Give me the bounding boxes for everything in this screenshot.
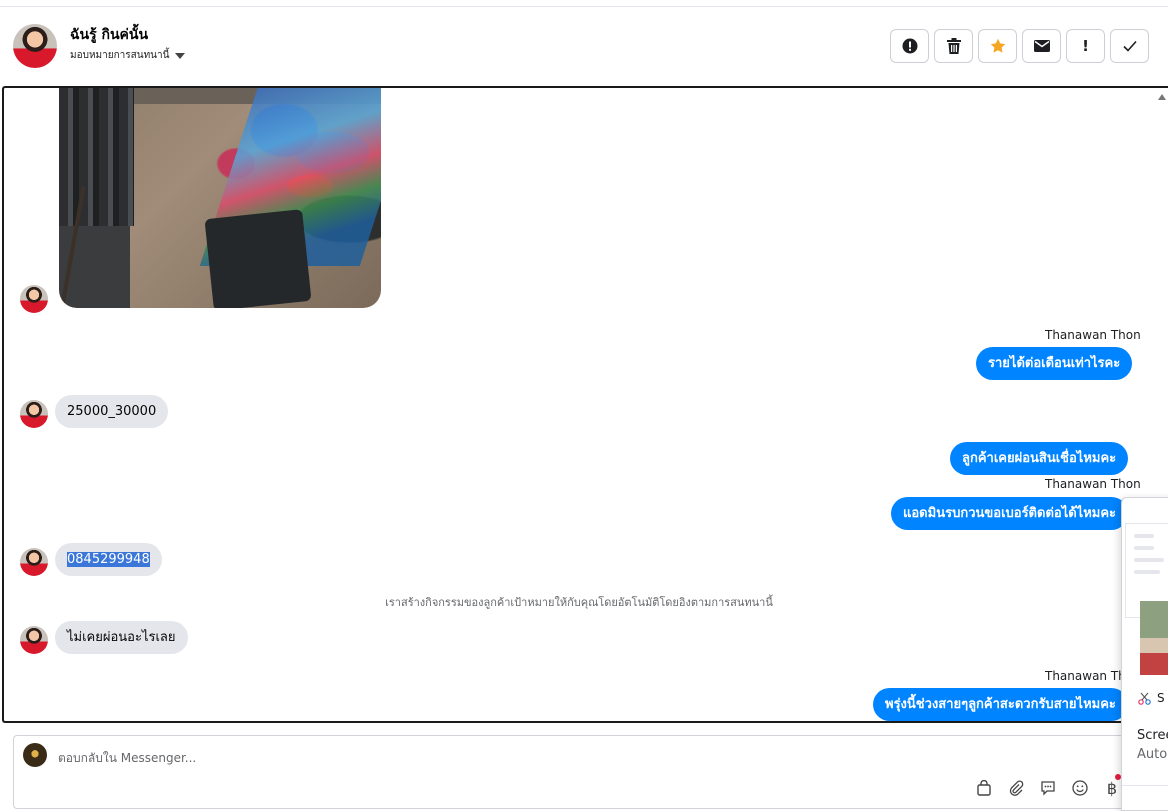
snipping-tool-icon <box>1138 692 1151 705</box>
popup-title: Scree <box>1137 728 1168 743</box>
smiley-icon <box>1072 780 1088 796</box>
screenshot-image-thumbnail <box>1140 601 1168 675</box>
emoji-button[interactable] <box>1070 778 1090 798</box>
outgoing-message[interactable]: รายได้ต่อเดือนเท่าไรคะ <box>976 347 1133 380</box>
snipping-tool-row[interactable]: S <box>1138 691 1165 705</box>
selected-phone-number[interactable]: 0845299948 <box>67 552 150 567</box>
incoming-message[interactable]: ไม่เคยผ่อนอะไรเลย <box>55 621 188 654</box>
payment-button[interactable]: ฿ <box>1102 778 1122 798</box>
sender-avatar[interactable] <box>20 400 48 428</box>
caret-down-icon <box>175 52 186 59</box>
sender-name: Thanawan Thon <box>1045 477 1141 491</box>
sender-name: Thanawan Thon <box>1045 328 1141 342</box>
sender-avatar[interactable] <box>20 285 48 313</box>
incoming-message[interactable]: 25000_30000 <box>55 395 169 428</box>
reply-composer[interactable]: ตอบกลับใน Messenger... ฿ <box>13 735 1153 809</box>
mark-done-button[interactable] <box>1110 29 1149 63</box>
sender-avatar[interactable] <box>20 626 48 654</box>
snipping-tool-label: S <box>1157 691 1165 705</box>
delete-button[interactable] <box>934 29 973 63</box>
chat-bubble-icon <box>1041 781 1055 796</box>
outgoing-message[interactable]: แอดมินรบกวนขอเบอร์ติดต่อได้ไหมคะ <box>891 497 1129 530</box>
shopping-bag-icon <box>977 780 991 796</box>
contact-avatar[interactable] <box>13 24 57 68</box>
mark-unread-button[interactable] <box>1022 29 1061 63</box>
incoming-message[interactable]: 0845299948 <box>55 543 162 576</box>
system-activity-note: เราสร้างกิจกรรมของลูกค้าเป้าหมายให้กับคุ… <box>385 596 773 609</box>
shopping-bag-button[interactable] <box>974 778 994 798</box>
attach-file-button[interactable] <box>1006 778 1026 798</box>
follow-up-button[interactable]: ! <box>1066 29 1105 63</box>
paperclip-icon <box>1009 780 1024 796</box>
reply-input[interactable]: ตอบกลับใน Messenger... <box>58 749 196 768</box>
mark-spam-button[interactable] <box>890 29 929 63</box>
baht-icon: ฿ <box>1106 778 1118 798</box>
screenshot-preview-popup[interactable]: S Scree Auto <box>1121 497 1168 811</box>
assign-conversation-dropdown[interactable]: มอบหมายการสนทนานี้ <box>70 48 186 63</box>
conversation-header: ฉันรู้ กินค่นั้น มอบหมายการสนทนานี้ ! <box>0 7 1168 86</box>
checkmark-icon <box>1122 40 1137 52</box>
star-icon <box>990 38 1005 53</box>
outgoing-message[interactable]: พรุ่งนี้ช่วงสายๆลูกค้าสะดวกรับสายไหมคะ <box>873 688 1128 721</box>
conversation-toolbar: ! <box>890 29 1149 63</box>
alert-circle-icon <box>902 38 917 54</box>
scroll-up-arrow-icon[interactable] <box>1158 94 1166 100</box>
contact-name[interactable]: ฉันรู้ กินค่นั้น <box>70 24 148 46</box>
outgoing-message[interactable]: ลูกค้าเคยผ่อนสินเชื่อไหมคะ <box>950 442 1129 475</box>
message-thread[interactable]: Thanawan Thon รายได้ต่อเดือนเท่าไรคะ 250… <box>2 86 1168 723</box>
composer-tools: ฿ <box>974 778 1122 798</box>
messenger-conversation: ฉันรู้ กินค่นั้น มอบหมายการสนทนานี้ ! Th… <box>0 0 1168 811</box>
envelope-icon <box>1033 40 1050 52</box>
popup-subtitle: Auto <box>1137 747 1168 762</box>
page-avatar <box>23 743 47 767</box>
assign-label: มอบหมายการสนทนานี้ <box>70 50 170 61</box>
shared-photo-attachment[interactable] <box>59 88 381 308</box>
star-button[interactable] <box>978 29 1017 63</box>
exclamation-icon: ! <box>1082 37 1089 55</box>
trash-icon <box>946 38 961 54</box>
sender-avatar[interactable] <box>20 548 48 576</box>
saved-replies-button[interactable] <box>1038 778 1058 798</box>
popup-divider <box>1122 785 1168 786</box>
